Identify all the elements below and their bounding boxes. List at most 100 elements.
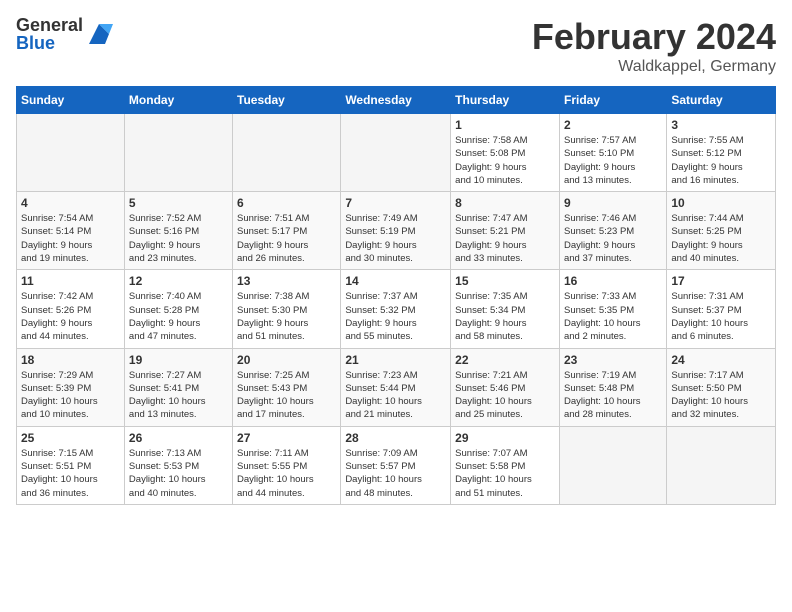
day-info: Sunrise: 7:07 AM Sunset: 5:58 PM Dayligh… xyxy=(455,447,555,500)
calendar-cell: 15Sunrise: 7:35 AM Sunset: 5:34 PM Dayli… xyxy=(451,270,560,348)
calendar-week-5: 25 Sunrise: 7:15 AM Sunset: 5:51 PM Dayli… xyxy=(17,426,776,504)
calendar-week-3: 11 Sunrise: 7:42 AM Sunset: 5:26 PM Dayli… xyxy=(17,270,776,348)
day-number: 26 xyxy=(129,431,228,445)
calendar-week-4: 18 Sunrise: 7:29 AM Sunset: 5:39 PM Dayli… xyxy=(17,348,776,426)
calendar-cell: 20 Sunrise: 7:25 AM Sunset: 5:43 PM Dayli… xyxy=(233,348,341,426)
calendar-cell: 5 Sunrise: 7:52 AM Sunset: 5:16 PM Daylig… xyxy=(124,192,232,270)
day-number: 7 xyxy=(345,196,446,210)
calendar-cell: 18 Sunrise: 7:29 AM Sunset: 5:39 PM Dayli… xyxy=(17,348,125,426)
logo-general-text: General xyxy=(16,16,83,34)
calendar-cell: 22 Sunrise: 7:21 AM Sunset: 5:46 PM Dayli… xyxy=(451,348,560,426)
day-number: 4 xyxy=(21,196,120,210)
calendar-cell: 26Sunrise: 7:13 AM Sunset: 5:53 PM Dayli… xyxy=(124,426,232,504)
day-header-friday: Friday xyxy=(559,87,666,114)
calendar-cell xyxy=(559,426,666,504)
day-number: 23 xyxy=(564,353,662,367)
calendar-cell xyxy=(17,114,125,192)
logo: General Blue xyxy=(16,16,113,52)
day-number: 1 xyxy=(455,118,555,132)
calendar-cell: 3 Sunrise: 7:55 AM Sunset: 5:12 PM Daylig… xyxy=(667,114,776,192)
day-number: 29 xyxy=(455,431,555,445)
day-number: 21 xyxy=(345,353,446,367)
calendar-cell: 1 Sunrise: 7:58 AM Sunset: 5:08 PM Daylig… xyxy=(451,114,560,192)
calendar-cell: 8Sunrise: 7:47 AM Sunset: 5:21 PM Daylig… xyxy=(451,192,560,270)
day-info: Sunrise: 7:51 AM Sunset: 5:17 PM Dayligh… xyxy=(237,212,336,265)
day-info: Sunrise: 7:23 AM Sunset: 5:44 PM Dayligh… xyxy=(345,369,446,422)
day-number: 22 xyxy=(455,353,555,367)
day-info: Sunrise: 7:33 AM Sunset: 5:35 PM Dayligh… xyxy=(564,290,662,343)
day-number: 16 xyxy=(564,274,662,288)
day-info: Sunrise: 7:54 AM Sunset: 5:14 PM Dayligh… xyxy=(21,212,120,265)
calendar-cell: 17 Sunrise: 7:31 AM Sunset: 5:37 PM Dayli… xyxy=(667,270,776,348)
day-number: 27 xyxy=(237,431,336,445)
day-number: 2 xyxy=(564,118,662,132)
calendar: SundayMondayTuesdayWednesdayThursdayFrid… xyxy=(16,86,776,505)
calendar-cell: 16 Sunrise: 7:33 AM Sunset: 5:35 PM Dayli… xyxy=(559,270,666,348)
calendar-cell: 27 Sunrise: 7:11 AM Sunset: 5:55 PM Dayli… xyxy=(233,426,341,504)
calendar-cell: 13 Sunrise: 7:38 AM Sunset: 5:30 PM Dayli… xyxy=(233,270,341,348)
day-info: Sunrise: 7:52 AM Sunset: 5:16 PM Dayligh… xyxy=(129,212,228,265)
day-header-sunday: Sunday xyxy=(17,87,125,114)
day-info: Sunrise: 7:25 AM Sunset: 5:43 PM Dayligh… xyxy=(237,369,336,422)
day-info: Sunrise: 7:42 AM Sunset: 5:26 PM Dayligh… xyxy=(21,290,120,343)
day-number: 20 xyxy=(237,353,336,367)
day-info: Sunrise: 7:57 AM Sunset: 5:10 PM Dayligh… xyxy=(564,134,662,187)
day-info: Sunrise: 7:44 AM Sunset: 5:25 PM Dayligh… xyxy=(671,212,771,265)
calendar-cell: 2 Sunrise: 7:57 AM Sunset: 5:10 PM Daylig… xyxy=(559,114,666,192)
day-info: Sunrise: 7:29 AM Sunset: 5:39 PM Dayligh… xyxy=(21,369,120,422)
day-header-wednesday: Wednesday xyxy=(341,87,451,114)
location: Waldkappel, Germany xyxy=(532,58,776,76)
header: General Blue February 2024 Waldkappel, G… xyxy=(16,16,776,76)
day-info: Sunrise: 7:55 AM Sunset: 5:12 PM Dayligh… xyxy=(671,134,771,187)
day-info: Sunrise: 7:46 AM Sunset: 5:23 PM Dayligh… xyxy=(564,212,662,265)
day-info: Sunrise: 7:31 AM Sunset: 5:37 PM Dayligh… xyxy=(671,290,771,343)
logo-text: General Blue xyxy=(16,16,83,52)
day-info: Sunrise: 7:21 AM Sunset: 5:46 PM Dayligh… xyxy=(455,369,555,422)
day-number: 18 xyxy=(21,353,120,367)
calendar-cell: 23 Sunrise: 7:19 AM Sunset: 5:48 PM Dayli… xyxy=(559,348,666,426)
logo-blue-text: Blue xyxy=(16,34,83,52)
calendar-cell xyxy=(341,114,451,192)
calendar-cell: 19Sunrise: 7:27 AM Sunset: 5:41 PM Dayli… xyxy=(124,348,232,426)
calendar-cell xyxy=(233,114,341,192)
day-info: Sunrise: 7:38 AM Sunset: 5:30 PM Dayligh… xyxy=(237,290,336,343)
day-info: Sunrise: 7:19 AM Sunset: 5:48 PM Dayligh… xyxy=(564,369,662,422)
calendar-cell: 6 Sunrise: 7:51 AM Sunset: 5:17 PM Daylig… xyxy=(233,192,341,270)
day-number: 19 xyxy=(129,353,228,367)
calendar-cell: 24Sunrise: 7:17 AM Sunset: 5:50 PM Dayli… xyxy=(667,348,776,426)
logo-icon xyxy=(85,20,113,48)
calendar-cell: 14Sunrise: 7:37 AM Sunset: 5:32 PM Dayli… xyxy=(341,270,451,348)
day-number: 12 xyxy=(129,274,228,288)
calendar-cell: 29 Sunrise: 7:07 AM Sunset: 5:58 PM Dayli… xyxy=(451,426,560,504)
title-section: February 2024 Waldkappel, Germany xyxy=(532,16,776,76)
calendar-week-2: 4 Sunrise: 7:54 AM Sunset: 5:14 PM Daylig… xyxy=(17,192,776,270)
day-number: 6 xyxy=(237,196,336,210)
day-number: 17 xyxy=(671,274,771,288)
day-info: Sunrise: 7:15 AM Sunset: 5:51 PM Dayligh… xyxy=(21,447,120,500)
day-number: 9 xyxy=(564,196,662,210)
calendar-cell: 12 Sunrise: 7:40 AM Sunset: 5:28 PM Dayli… xyxy=(124,270,232,348)
day-header-thursday: Thursday xyxy=(451,87,560,114)
day-info: Sunrise: 7:40 AM Sunset: 5:28 PM Dayligh… xyxy=(129,290,228,343)
day-number: 11 xyxy=(21,274,120,288)
calendar-cell xyxy=(124,114,232,192)
day-info: Sunrise: 7:11 AM Sunset: 5:55 PM Dayligh… xyxy=(237,447,336,500)
day-number: 28 xyxy=(345,431,446,445)
day-number: 3 xyxy=(671,118,771,132)
day-number: 5 xyxy=(129,196,228,210)
day-info: Sunrise: 7:58 AM Sunset: 5:08 PM Dayligh… xyxy=(455,134,555,187)
day-number: 14 xyxy=(345,274,446,288)
calendar-header-row: SundayMondayTuesdayWednesdayThursdayFrid… xyxy=(17,87,776,114)
day-number: 13 xyxy=(237,274,336,288)
day-number: 10 xyxy=(671,196,771,210)
day-number: 25 xyxy=(21,431,120,445)
calendar-cell: 9 Sunrise: 7:46 AM Sunset: 5:23 PM Daylig… xyxy=(559,192,666,270)
calendar-cell: 7Sunrise: 7:49 AM Sunset: 5:19 PM Daylig… xyxy=(341,192,451,270)
day-info: Sunrise: 7:09 AM Sunset: 5:57 PM Dayligh… xyxy=(345,447,446,500)
day-header-tuesday: Tuesday xyxy=(233,87,341,114)
day-info: Sunrise: 7:17 AM Sunset: 5:50 PM Dayligh… xyxy=(671,369,771,422)
calendar-cell: 25 Sunrise: 7:15 AM Sunset: 5:51 PM Dayli… xyxy=(17,426,125,504)
calendar-cell xyxy=(667,426,776,504)
calendar-cell: 28 Sunrise: 7:09 AM Sunset: 5:57 PM Dayli… xyxy=(341,426,451,504)
calendar-cell: 21 Sunrise: 7:23 AM Sunset: 5:44 PM Dayli… xyxy=(341,348,451,426)
